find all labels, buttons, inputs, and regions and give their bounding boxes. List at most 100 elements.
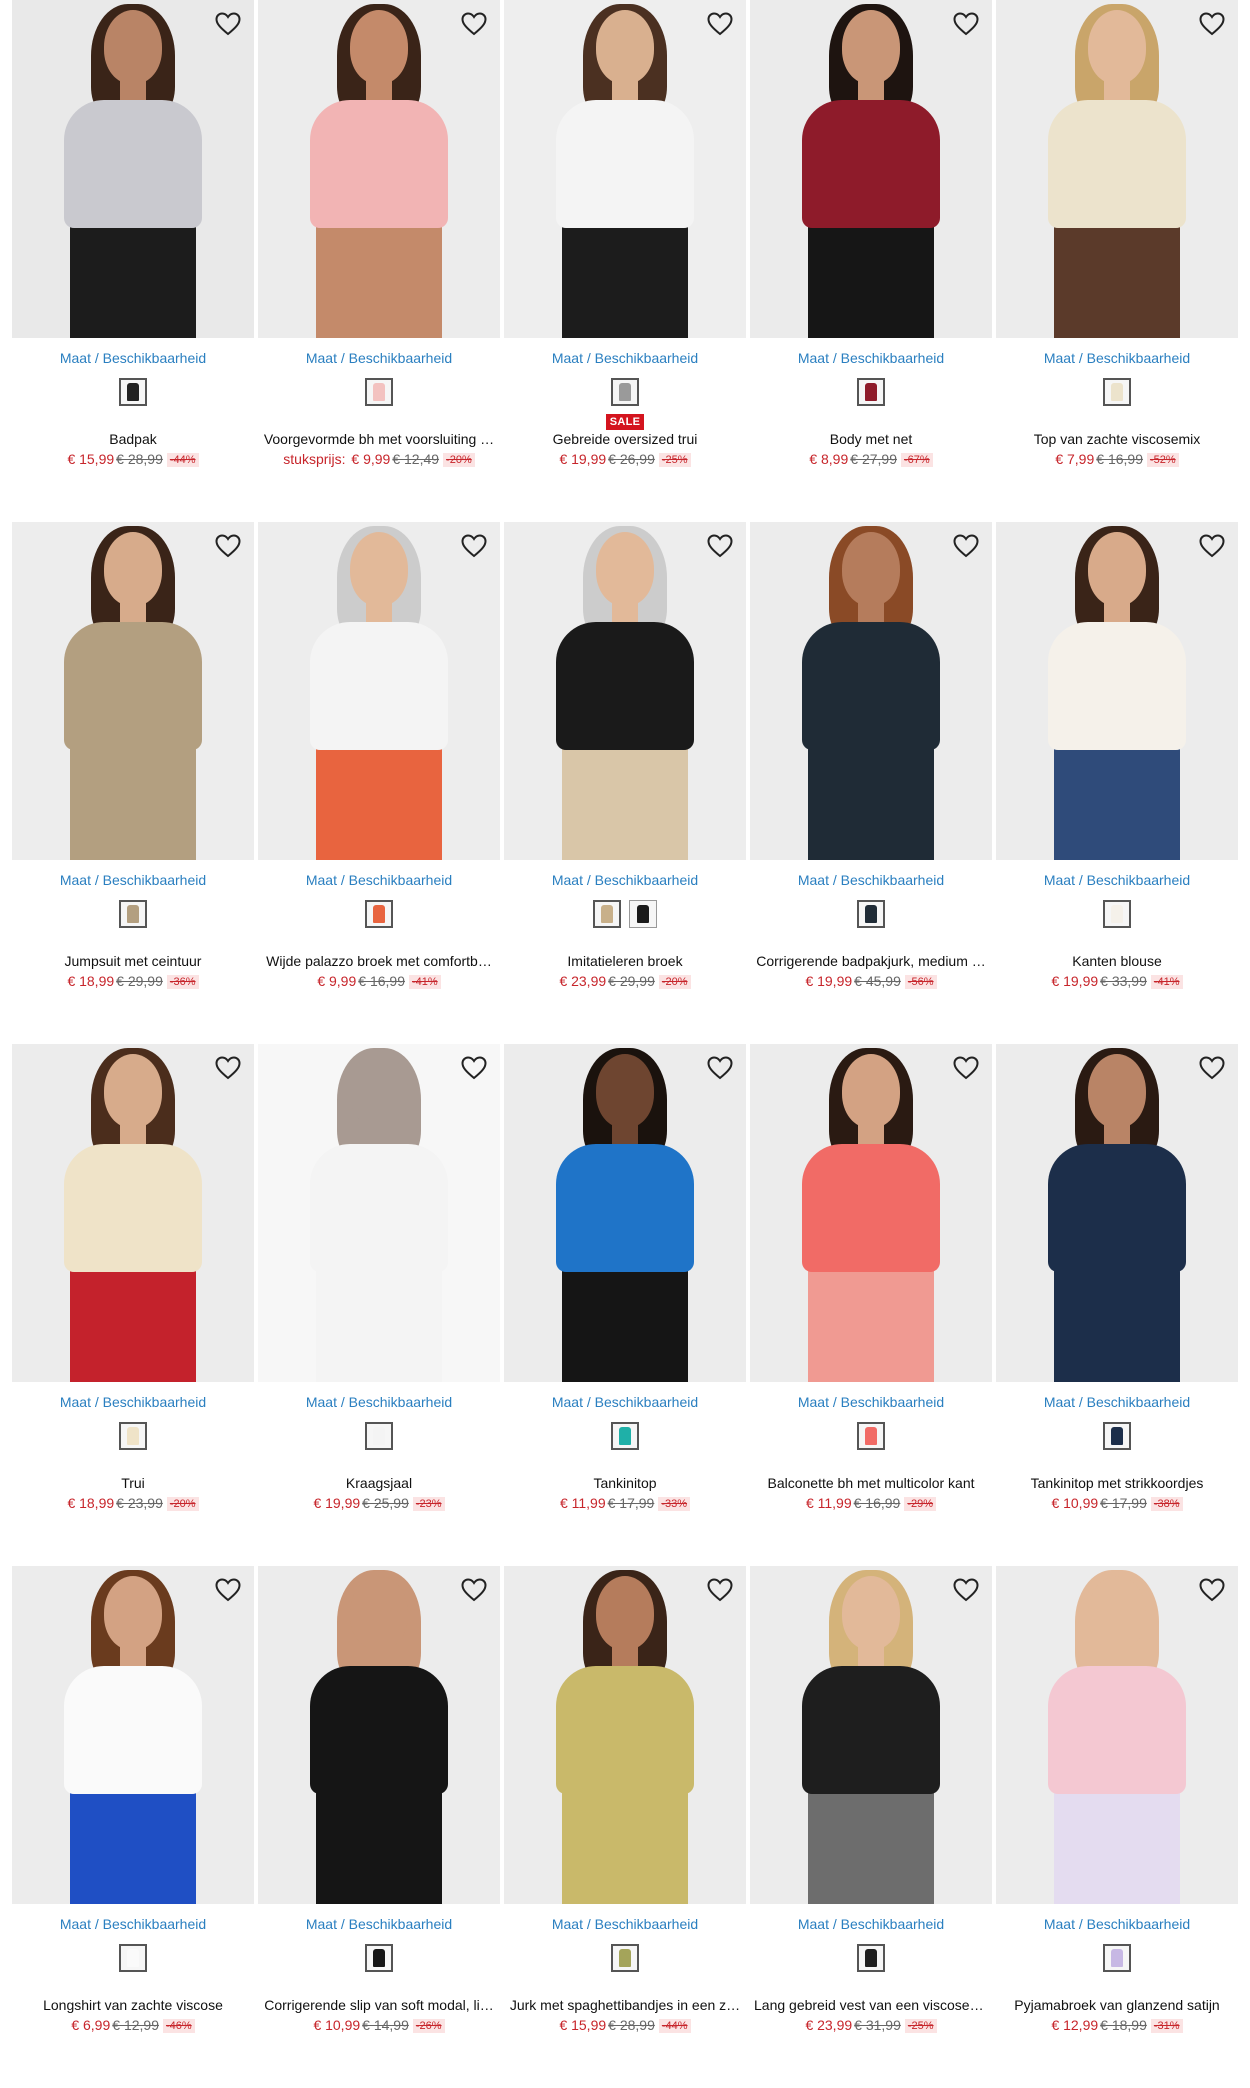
favorite-button[interactable] [458,1576,490,1608]
color-swatch[interactable] [365,900,393,928]
favorite-button[interactable] [1196,10,1228,42]
product-image[interactable] [258,1566,500,1904]
size-availability-link[interactable]: Maat / Beschikbaarheid [258,872,500,888]
product-image[interactable] [258,522,500,860]
product-card[interactable]: Maat / Beschikbaarheid Jurk met spaghetti… [504,1566,746,2088]
product-image[interactable] [996,522,1238,860]
product-title[interactable]: Jumpsuit met ceintuur [12,952,254,970]
product-image[interactable] [258,0,500,338]
product-image[interactable] [996,0,1238,338]
product-title[interactable]: Wijde palazzo broek met comfortb… [258,952,500,970]
color-swatch[interactable] [365,1422,393,1450]
favorite-button[interactable] [212,10,244,42]
product-title[interactable]: Gebreide oversized trui [504,430,746,448]
size-availability-link[interactable]: Maat / Beschikbaarheid [750,872,992,888]
product-card[interactable]: Maat / Beschikbaarheid SALE Gebreide overs… [504,0,746,522]
color-swatch[interactable] [119,378,147,406]
product-title[interactable]: Jurk met spaghettibandjes in een z… [504,1996,746,2014]
product-title[interactable]: Pyjamabroek van glanzend satijn [996,1996,1238,2014]
favorite-button[interactable] [950,1054,982,1086]
color-swatch[interactable] [1103,1422,1131,1450]
favorite-button[interactable] [458,1054,490,1086]
product-image[interactable] [504,0,746,338]
size-availability-link[interactable]: Maat / Beschikbaarheid [750,350,992,366]
product-title[interactable]: Tankinitop met strikkoordjes [996,1474,1238,1492]
color-swatch[interactable] [1103,378,1131,406]
product-image[interactable] [258,1044,500,1382]
product-title[interactable]: Balconette bh met multicolor kant [750,1474,992,1492]
size-availability-link[interactable]: Maat / Beschikbaarheid [996,350,1238,366]
color-swatch[interactable] [857,1422,885,1450]
product-card[interactable]: Maat / Beschikbaarheid Kanten blouse € 19,… [996,522,1238,1044]
product-image[interactable] [12,0,254,338]
product-image[interactable] [750,1044,992,1382]
product-card[interactable]: Maat / Beschikbaarheid Tankinitop met str… [996,1044,1238,1566]
product-image[interactable] [504,522,746,860]
color-swatch[interactable] [119,900,147,928]
product-card[interactable]: Maat / Beschikbaarheid Corrigerende badpa… [750,522,992,1044]
product-title[interactable]: Longshirt van zachte viscose [12,1996,254,2014]
product-title[interactable]: Imitatieleren broek [504,952,746,970]
color-swatch[interactable] [1103,1944,1131,1972]
color-swatch[interactable] [857,900,885,928]
product-title[interactable]: Voorgevormde bh met voorsluiting … [258,430,500,448]
color-swatch[interactable] [629,900,657,928]
color-swatch[interactable] [365,1944,393,1972]
color-swatch[interactable] [857,1944,885,1972]
size-availability-link[interactable]: Maat / Beschikbaarheid [258,1916,500,1932]
product-image[interactable] [996,1044,1238,1382]
favorite-button[interactable] [1196,1054,1228,1086]
favorite-button[interactable] [704,532,736,564]
size-availability-link[interactable]: Maat / Beschikbaarheid [12,1394,254,1410]
product-card[interactable]: Maat / Beschikbaarheid Trui € 18,99 € 23,99… [12,1044,254,1566]
color-swatch[interactable] [119,1944,147,1972]
favorite-button[interactable] [704,10,736,42]
size-availability-link[interactable]: Maat / Beschikbaarheid [504,872,746,888]
product-title[interactable]: Top van zachte viscosemix [996,430,1238,448]
color-swatch[interactable] [365,378,393,406]
size-availability-link[interactable]: Maat / Beschikbaarheid [750,1916,992,1932]
product-card[interactable]: Maat / Beschikbaarheid Body met net € 8,99… [750,0,992,522]
product-image[interactable] [750,522,992,860]
product-image[interactable] [12,1044,254,1382]
product-card[interactable]: Maat / Beschikbaarheid Corrigerende slip … [258,1566,500,2088]
color-swatch[interactable] [119,1422,147,1450]
color-swatch[interactable] [611,1422,639,1450]
size-availability-link[interactable]: Maat / Beschikbaarheid [12,350,254,366]
product-card[interactable]: Maat / Beschikbaarheid Wijde palazzo broe… [258,522,500,1044]
favorite-button[interactable] [950,1576,982,1608]
product-title[interactable]: Trui [12,1474,254,1492]
favorite-button[interactable] [1196,532,1228,564]
product-card[interactable]: Maat / Beschikbaarheid Voorgevormde bh me… [258,0,500,522]
color-swatch[interactable] [1103,900,1131,928]
favorite-button[interactable] [1196,1576,1228,1608]
product-title[interactable]: Body met net [750,430,992,448]
size-availability-link[interactable]: Maat / Beschikbaarheid [996,1394,1238,1410]
product-title[interactable]: Kraagsjaal [258,1474,500,1492]
favorite-button[interactable] [950,532,982,564]
product-card[interactable]: Maat / Beschikbaarheid Tankinitop € 11,99 €… [504,1044,746,1566]
favorite-button[interactable] [704,1576,736,1608]
product-card[interactable]: Maat / Beschikbaarheid Top van zachte vis… [996,0,1238,522]
favorite-button[interactable] [212,1576,244,1608]
product-image[interactable] [750,1566,992,1904]
color-swatch[interactable] [857,378,885,406]
product-image[interactable] [12,522,254,860]
product-card[interactable]: Maat / Beschikbaarheid Longshirt van zach… [12,1566,254,2088]
product-title[interactable]: Corrigerende slip van soft modal, li… [258,1996,500,2014]
color-swatch[interactable] [593,900,621,928]
product-title[interactable]: Lang gebreid vest van een viscosemix [750,1996,992,2014]
favorite-button[interactable] [212,532,244,564]
product-card[interactable]: Maat / Beschikbaarheid Lang gebreid vest … [750,1566,992,2088]
favorite-button[interactable] [458,532,490,564]
product-title[interactable]: Badpak [12,430,254,448]
favorite-button[interactable] [212,1054,244,1086]
product-image[interactable] [504,1044,746,1382]
product-card[interactable]: Maat / Beschikbaarheid Balconette bh met … [750,1044,992,1566]
product-image[interactable] [12,1566,254,1904]
product-image[interactable] [750,0,992,338]
color-swatch[interactable] [611,1944,639,1972]
size-availability-link[interactable]: Maat / Beschikbaarheid [12,872,254,888]
product-card[interactable]: Maat / Beschikbaarheid Kraagsjaal € 19,99 €… [258,1044,500,1566]
product-title[interactable]: Corrigerende badpakjurk, medium … [750,952,992,970]
